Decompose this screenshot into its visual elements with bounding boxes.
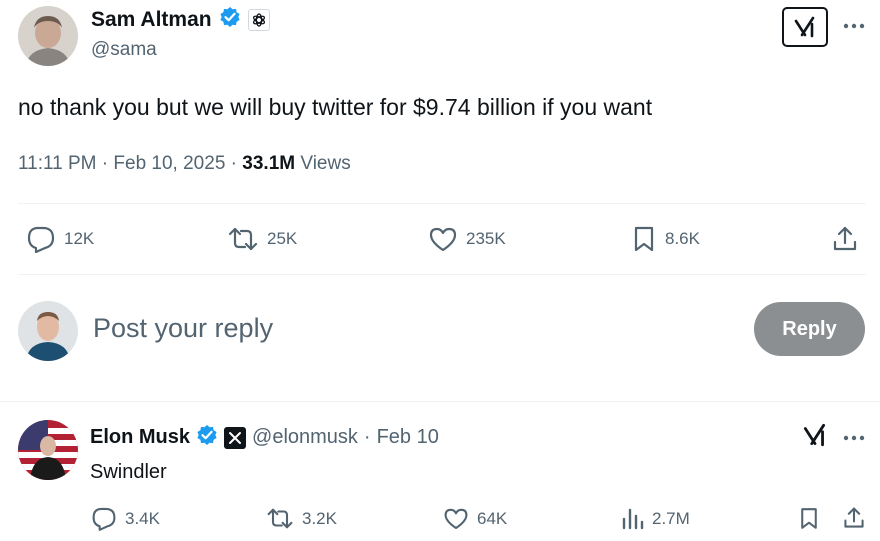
like-action[interactable]: 64K (443, 506, 507, 531)
repost-action[interactable]: 25K (227, 225, 297, 253)
views-count: 2.7M (652, 508, 690, 528)
grok-icon[interactable] (782, 7, 828, 47)
tweet-time[interactable]: 11:11 PM (18, 153, 97, 174)
like-action[interactable]: 235K (428, 225, 506, 253)
reply-button[interactable]: Reply (754, 302, 865, 356)
share-icon[interactable] (831, 225, 859, 258)
tweet-meta: 11:11 PM · Feb 10, 2025 · 33.1M Views (18, 153, 351, 174)
views-count: 33.1M (242, 153, 296, 174)
reply-author-handle[interactable]: @elonmusk (252, 426, 358, 449)
tweet-date[interactable]: Feb 10, 2025 (113, 153, 225, 174)
repost-icon (227, 225, 259, 253)
bookmark-icon (631, 225, 657, 253)
separator-dot: · (363, 426, 371, 448)
bookmark-action[interactable]: 8.6K (631, 225, 700, 253)
repost-icon (266, 506, 294, 531)
reply-author-avatar[interactable] (18, 420, 78, 480)
reply-text: Swindler (90, 461, 167, 483)
reply-count: 12K (64, 229, 95, 248)
reply-date[interactable]: Feb 10 (377, 426, 439, 449)
repost-count: 3.2K (302, 508, 337, 528)
verified-badge-icon (196, 424, 218, 451)
author-handle[interactable]: @sama (91, 39, 157, 61)
reply-author-name[interactable]: Elon Musk (90, 426, 190, 449)
repost-action[interactable]: 3.2K (266, 506, 337, 531)
divider (18, 203, 866, 204)
repost-count: 25K (267, 229, 298, 248)
like-count: 235K (466, 229, 506, 248)
views-icon (620, 506, 644, 531)
reply-action[interactable]: 12K (26, 225, 94, 253)
verified-badge-icon (219, 6, 241, 33)
user-avatar[interactable] (18, 301, 78, 361)
author-name[interactable]: Sam Altman (91, 8, 212, 32)
grok-icon[interactable] (801, 421, 829, 454)
more-icon[interactable] (842, 18, 866, 36)
divider (18, 274, 866, 275)
like-icon (443, 506, 469, 531)
share-icon[interactable] (842, 505, 866, 536)
reply-input[interactable]: Post your reply (93, 313, 273, 344)
views-action[interactable]: 2.7M (620, 506, 690, 531)
like-icon (428, 225, 458, 253)
openai-affiliate-icon[interactable] (247, 8, 270, 31)
bookmark-count: 8.6K (665, 229, 700, 248)
more-icon[interactable] (842, 430, 866, 448)
views-label: Views (300, 153, 351, 174)
reply-icon (26, 225, 56, 253)
bookmark-icon[interactable] (798, 506, 820, 536)
reply-count: 3.4K (125, 508, 160, 528)
tweet-text: no thank you but we will buy twitter for… (18, 94, 653, 120)
divider (0, 401, 880, 402)
reply-icon (91, 506, 117, 531)
reply-action[interactable]: 3.4K (91, 506, 160, 531)
x-affiliate-icon[interactable] (224, 426, 247, 449)
author-avatar[interactable] (18, 6, 78, 66)
like-count: 64K (477, 508, 508, 528)
